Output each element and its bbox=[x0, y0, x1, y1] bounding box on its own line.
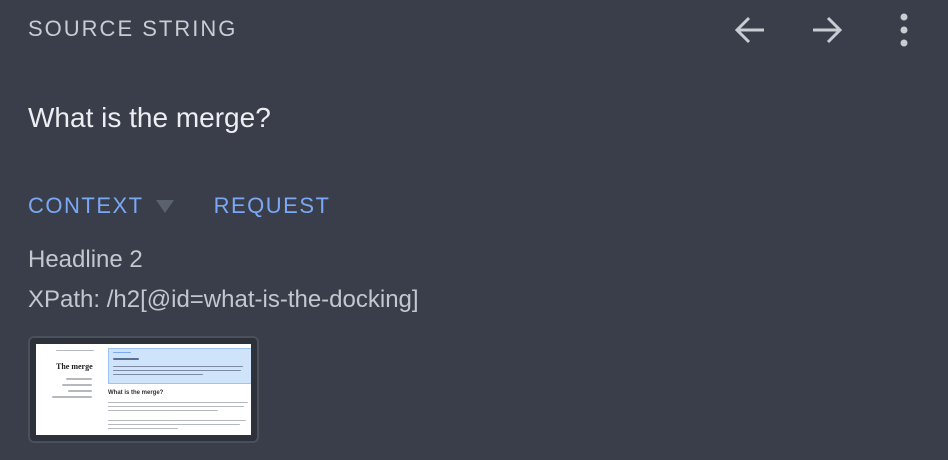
thumb-nav-line bbox=[52, 396, 92, 398]
context-element-type: Headline 2 bbox=[28, 246, 143, 273]
thumb-page-title: The merge bbox=[56, 362, 93, 371]
tab-context[interactable]: CONTEXT bbox=[28, 193, 174, 219]
tab-context-label: CONTEXT bbox=[28, 193, 144, 218]
thumb-body-line bbox=[108, 428, 178, 429]
source-string-text: What is the merge? bbox=[28, 102, 271, 133]
thumb-nav-line bbox=[62, 384, 92, 386]
context-screenshot-thumbnail[interactable]: The merge What is the merge? bbox=[28, 336, 259, 443]
tab-request[interactable]: REQUEST bbox=[214, 193, 331, 219]
panel-title: SOURCE STRING bbox=[28, 16, 238, 41]
thumb-body-line bbox=[108, 402, 248, 403]
forward-button[interactable] bbox=[805, 10, 849, 50]
thumb-highlight-banner bbox=[108, 348, 251, 384]
thumb-body-line bbox=[108, 406, 244, 407]
thumb-banner-line bbox=[113, 374, 203, 375]
toolbar bbox=[728, 10, 926, 50]
more-options-button[interactable] bbox=[882, 10, 926, 50]
arrow-left-icon bbox=[734, 16, 764, 44]
thumbnail-page-preview: The merge What is the merge? bbox=[36, 344, 251, 435]
thumb-banner-line bbox=[113, 358, 139, 360]
tab-request-label: REQUEST bbox=[213, 193, 331, 218]
caret-down-icon bbox=[155, 199, 174, 213]
thumb-nav-line bbox=[56, 350, 94, 351]
thumb-banner-line bbox=[113, 366, 243, 367]
thumb-section-heading: What is the merge? bbox=[108, 390, 164, 396]
thumb-body-line bbox=[108, 410, 218, 411]
thumb-banner-line bbox=[113, 352, 131, 353]
thumb-banner-line bbox=[113, 370, 241, 371]
back-button[interactable] bbox=[728, 10, 772, 50]
thumb-body-line bbox=[108, 420, 246, 421]
thumb-nav-line bbox=[68, 390, 92, 392]
thumb-body-line bbox=[108, 424, 240, 425]
more-vertical-icon bbox=[900, 13, 908, 47]
detail-tabs: CONTEXT REQUEST bbox=[28, 193, 330, 219]
arrow-right-icon bbox=[813, 16, 843, 44]
context-xpath: XPath: /h2[@id=what-is-the-docking] bbox=[28, 286, 419, 313]
thumb-nav-line bbox=[66, 378, 92, 380]
